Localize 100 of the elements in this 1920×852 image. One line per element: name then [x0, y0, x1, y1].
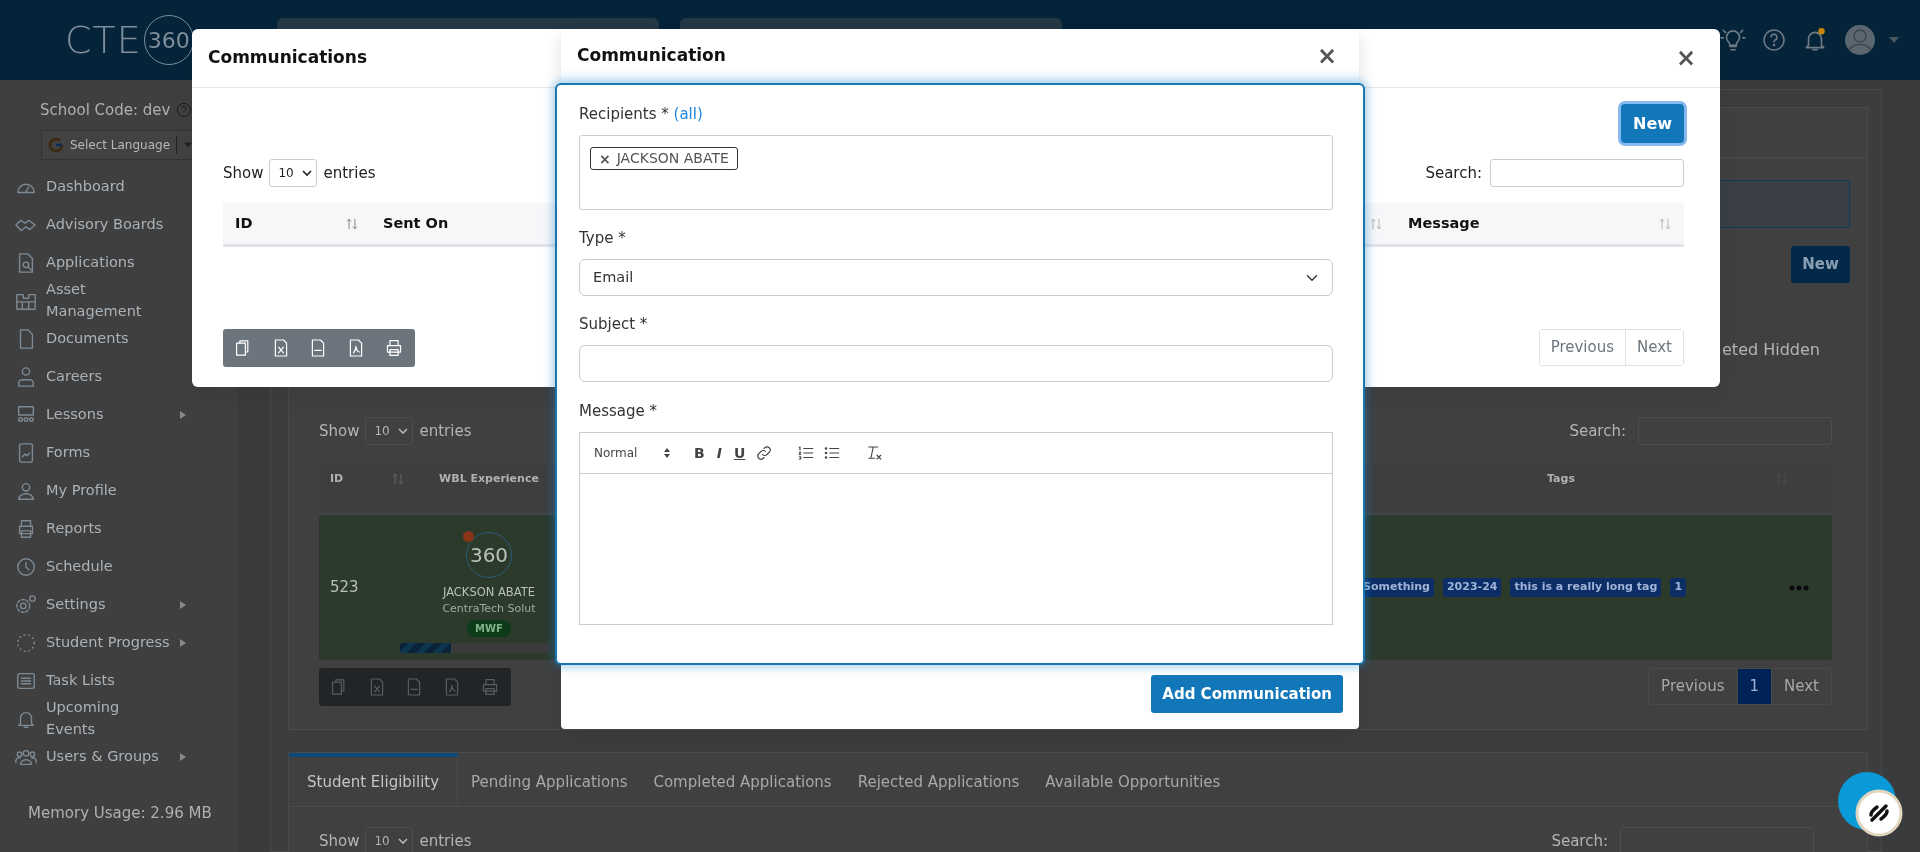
copy-icon: [235, 339, 251, 357]
sidebar-item[interactable]: Task Lists: [0, 662, 237, 700]
sidebar-item[interactable]: Lessons: [0, 396, 237, 434]
g-logo-icon: [48, 137, 64, 153]
show-label: Show: [223, 162, 264, 184]
sort-icon: [391, 471, 406, 487]
format-button[interactable]: B: [688, 446, 711, 460]
sidebar-item[interactable]: My Profile: [0, 472, 237, 510]
pdf-file-icon: [443, 678, 460, 696]
tab[interactable]: Completed Applications: [640, 753, 845, 807]
show-label: Show: [319, 830, 360, 852]
page-button[interactable]: Previous: [1539, 330, 1627, 365]
lightbulb-icon[interactable]: [1720, 27, 1746, 53]
entries-select[interactable]: 10: [365, 417, 414, 445]
chevron-icon: [397, 837, 408, 845]
sidebar-item[interactable]: Upcoming Events: [0, 700, 237, 738]
format-button[interactable]: I: [710, 446, 728, 460]
new-button[interactable]: New: [1621, 104, 1684, 143]
tab[interactable]: Available Opportunities: [1032, 753, 1234, 807]
sidebar-item[interactable]: Forms: [0, 434, 237, 472]
search-label: Search:: [1425, 162, 1482, 184]
remove-button[interactable]: ×: [599, 151, 611, 166]
sidebar-item[interactable]: Asset Management: [0, 282, 237, 320]
page-button[interactable]: Previous: [1649, 669, 1738, 704]
column-header: Tags: [1547, 471, 1575, 487]
format-button[interactable]: U: [727, 446, 752, 460]
search-label: Search:: [1569, 420, 1626, 442]
column-header: ID: [330, 471, 344, 487]
link-icon[interactable]: [755, 444, 774, 462]
logo-text: CTE: [65, 21, 142, 59]
select-all-link[interactable]: (all): [673, 105, 703, 123]
pdf-file-icon: [347, 339, 364, 357]
message-editor[interactable]: Normal B I U: [579, 432, 1333, 625]
help-icon[interactable]: [176, 102, 193, 118]
caret-icon[interactable]: [1888, 35, 1900, 45]
search-label: Search:: [1551, 830, 1608, 852]
company-name: CentraTech Solut: [442, 600, 536, 617]
sidebar-item[interactable]: Reports: [0, 510, 237, 548]
page-button[interactable]: Next: [1772, 669, 1831, 704]
tag: this is a really long tag: [1510, 578, 1662, 597]
print-icon: [385, 339, 403, 357]
chevron-icon: [301, 169, 312, 177]
entries-select[interactable]: 10: [269, 159, 318, 187]
tag: 1: [1670, 578, 1687, 597]
memory-usage: Memory Usage: 2.96 MB: [28, 802, 212, 824]
chat-launcher-button[interactable]: [1837, 771, 1903, 837]
column-header: Message: [1408, 213, 1480, 233]
gear-icon: [15, 594, 37, 616]
close-button[interactable]: ×: [1312, 44, 1341, 68]
person-icon: [15, 480, 37, 502]
dotted-circle-icon: [15, 632, 37, 654]
numbered-list-icon[interactable]: [797, 444, 816, 462]
sidebar-item[interactable]: Applications: [0, 244, 237, 282]
notification-dot: [463, 530, 474, 542]
entries-label: entries: [419, 420, 472, 442]
spreadsheet-file-icon: [272, 339, 289, 357]
avatar-icon[interactable]: [1844, 24, 1876, 56]
field-label: Type *: [579, 228, 627, 249]
sidebar-item[interactable]: Documents: [0, 320, 237, 358]
show-label: Show: [319, 420, 360, 442]
sidebar-item[interactable]: Schedule: [0, 548, 237, 586]
column-header: Sent On: [383, 213, 449, 233]
table-cell: 523: [330, 578, 359, 597]
tab[interactable]: Pending Applications: [458, 753, 641, 807]
chevron-icon: [397, 427, 408, 435]
type-select[interactable]: Email: [579, 259, 1333, 296]
sidebar-item[interactable]: Settings: [0, 586, 237, 624]
subject-field[interactable]: [579, 345, 1333, 382]
clear-format-icon[interactable]: [865, 444, 884, 462]
sidebar-item[interactable]: Student Progress: [0, 624, 237, 662]
close-button[interactable]: ×: [1671, 46, 1700, 70]
recipient-name: JACKSON ABATE: [616, 149, 729, 168]
format-select[interactable]: Normal: [594, 444, 676, 462]
entries-label: entries: [419, 830, 472, 852]
student-name: JACKSON ABATE: [442, 583, 536, 601]
schedule-badge: MWF: [467, 620, 511, 638]
page-button[interactable]: 1: [1737, 669, 1773, 704]
tab[interactable]: Student Eligibility: [289, 753, 459, 807]
bullet-list-icon[interactable]: [823, 444, 842, 462]
new-button[interactable]: New: [1791, 246, 1850, 283]
spreadsheet-file-icon: [368, 678, 385, 696]
csv-file-icon: [310, 339, 326, 357]
recipients-field[interactable]: × JACKSON ABATE: [579, 135, 1333, 210]
add-communication-button[interactable]: Add Communication: [1151, 675, 1343, 713]
tag: 2023-24: [1442, 578, 1502, 597]
field-label: Recipients * (all): [579, 104, 704, 125]
chat-launcher-icon: [1837, 771, 1903, 837]
caret-icon: [183, 141, 194, 149]
filter-option-label: eted Hidden: [1722, 339, 1820, 361]
entries-select[interactable]: 10: [365, 827, 414, 852]
csv-file-icon: [406, 678, 422, 696]
sidebar-item[interactable]: Careers: [0, 358, 237, 396]
clock-icon: [15, 556, 37, 578]
sidebar-item[interactable]: Users & Groups: [0, 738, 237, 776]
entries-label: entries: [323, 162, 376, 184]
updown-icon: [663, 447, 672, 459]
sidebar-item[interactable]: Advisory Boards: [0, 206, 237, 244]
column-header: ID: [235, 213, 253, 233]
tab[interactable]: Rejected Applications: [844, 753, 1033, 807]
school-code: School Code: dev: [40, 99, 171, 121]
